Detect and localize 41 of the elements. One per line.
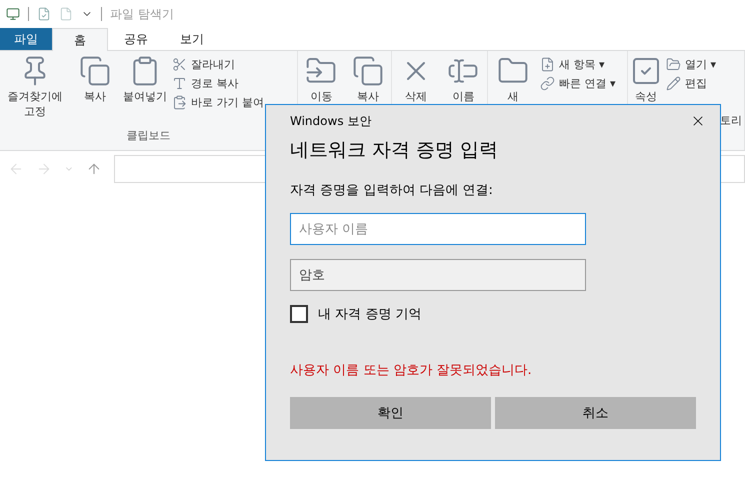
dialog-title: Windows 보안 <box>290 112 372 130</box>
link-icon <box>540 76 555 91</box>
ribbon-button[interactable]: 붙여넣기 <box>122 55 168 128</box>
password-field[interactable]: 암호 <box>290 259 586 291</box>
checkbox-icon <box>630 55 662 87</box>
window-title: 파일 탐색기 <box>110 6 174 22</box>
ribbon-label: 토리 <box>720 113 742 128</box>
ribbon-tab[interactable]: 파일 <box>0 28 52 50</box>
ribbon-button[interactable]: 바로 가기 붙여 <box>172 95 264 110</box>
checkbox-label: 내 자격 증명 기억 <box>318 306 422 323</box>
clipboard-icon <box>172 95 187 110</box>
ribbon-button[interactable]: 빠른 연결 ▾ <box>540 76 616 91</box>
folder-icon <box>666 57 681 72</box>
ribbon-button[interactable]: 열기 ▾ <box>666 57 716 72</box>
error-message: 사용자 이름 또는 암호가 잘못되었습니다. <box>290 362 533 379</box>
file-plus-icon <box>540 57 555 72</box>
dialog-heading: 네트워크 자격 증명 입력 <box>290 138 500 163</box>
prompt-text: 자격 증명을 입력하여 다음에 연결: <box>290 182 494 199</box>
ribbon-button[interactable]: 새 <box>490 55 536 128</box>
ribbon-button[interactable]: 이름 <box>442 55 485 128</box>
copy-icon <box>79 55 111 87</box>
ribbon-button[interactable]: 복사 <box>72 55 118 128</box>
ribbon-button[interactable]: 경로 복사 <box>172 76 264 91</box>
back-icon <box>8 161 24 177</box>
dialog-button[interactable]: 확인 <box>290 397 491 429</box>
copy-icon <box>352 55 384 87</box>
group-label: 클립보드 <box>126 128 172 144</box>
ribbon-button[interactable]: 즐겨찾기에 고정 <box>2 55 68 128</box>
scissors-icon <box>172 57 187 72</box>
dialog-button[interactable]: 취소 <box>495 397 696 429</box>
ribbon-button[interactable]: 속성 <box>630 55 662 128</box>
ribbon-button[interactable]: 잘라내기 <box>172 57 264 72</box>
username-field[interactable]: 사용자 이름 <box>290 213 586 245</box>
window-icon <box>6 7 20 21</box>
pencil-icon <box>666 76 681 91</box>
ribbon-button[interactable]: 삭제 <box>394 55 438 128</box>
forward-icon <box>36 161 52 177</box>
remember-checkbox[interactable] <box>290 305 308 323</box>
ribbon-button[interactable]: 새 항목 ▾ <box>540 57 616 72</box>
ribbon-tab[interactable]: 홈 <box>52 28 108 51</box>
ribbon-button[interactable]: 편집 <box>666 76 716 91</box>
